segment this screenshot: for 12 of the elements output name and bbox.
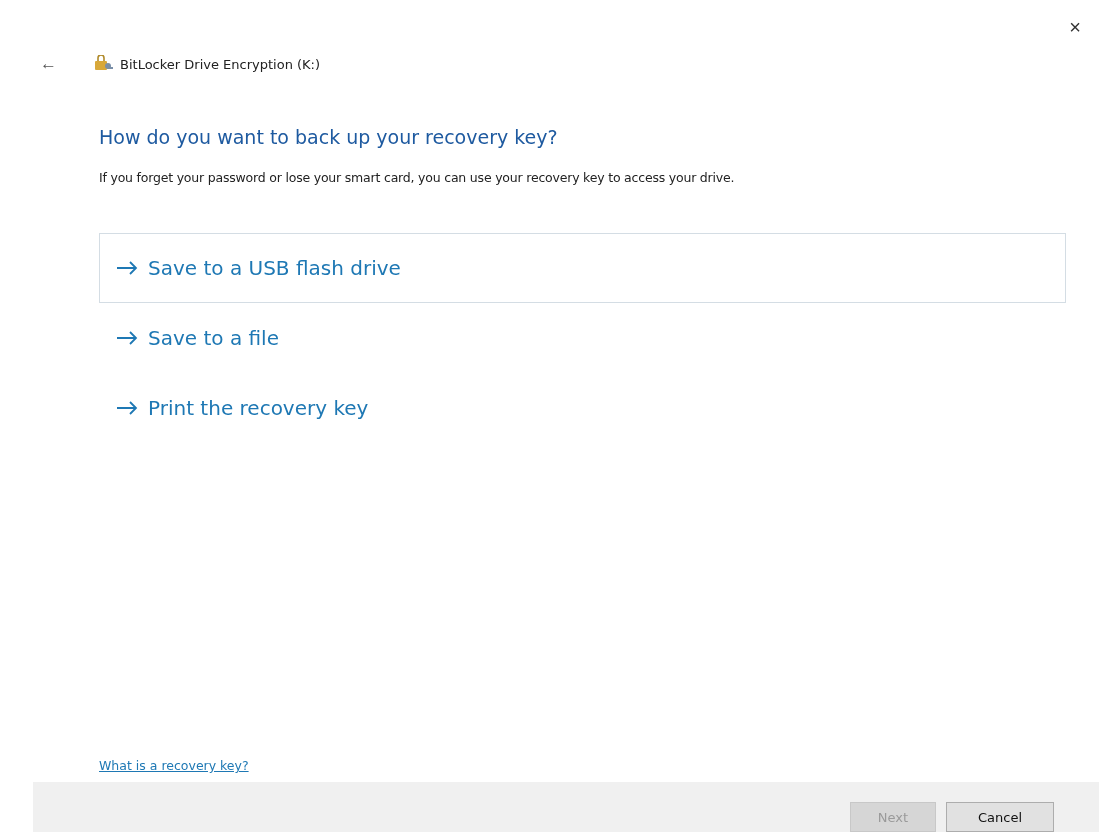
back-button[interactable]: ← xyxy=(40,54,74,74)
cancel-button[interactable]: Cancel xyxy=(946,802,1054,832)
backup-option[interactable]: Save to a USB flash drive xyxy=(99,233,1066,303)
arrow-icon xyxy=(116,261,138,275)
close-button[interactable]: × xyxy=(1065,14,1085,40)
page-heading: How do you want to back up your recovery key? xyxy=(99,126,559,148)
window-title: BitLocker Drive Encryption (K:) xyxy=(120,56,321,72)
description-text: If you forget your password or lose your smart card, you can use your recovery key to access your drive. xyxy=(99,170,736,185)
arrow-icon xyxy=(116,331,138,345)
help-link[interactable]: What is a recovery key? xyxy=(99,758,249,773)
drive-key-icon xyxy=(94,55,114,73)
arrow-icon xyxy=(116,401,138,415)
